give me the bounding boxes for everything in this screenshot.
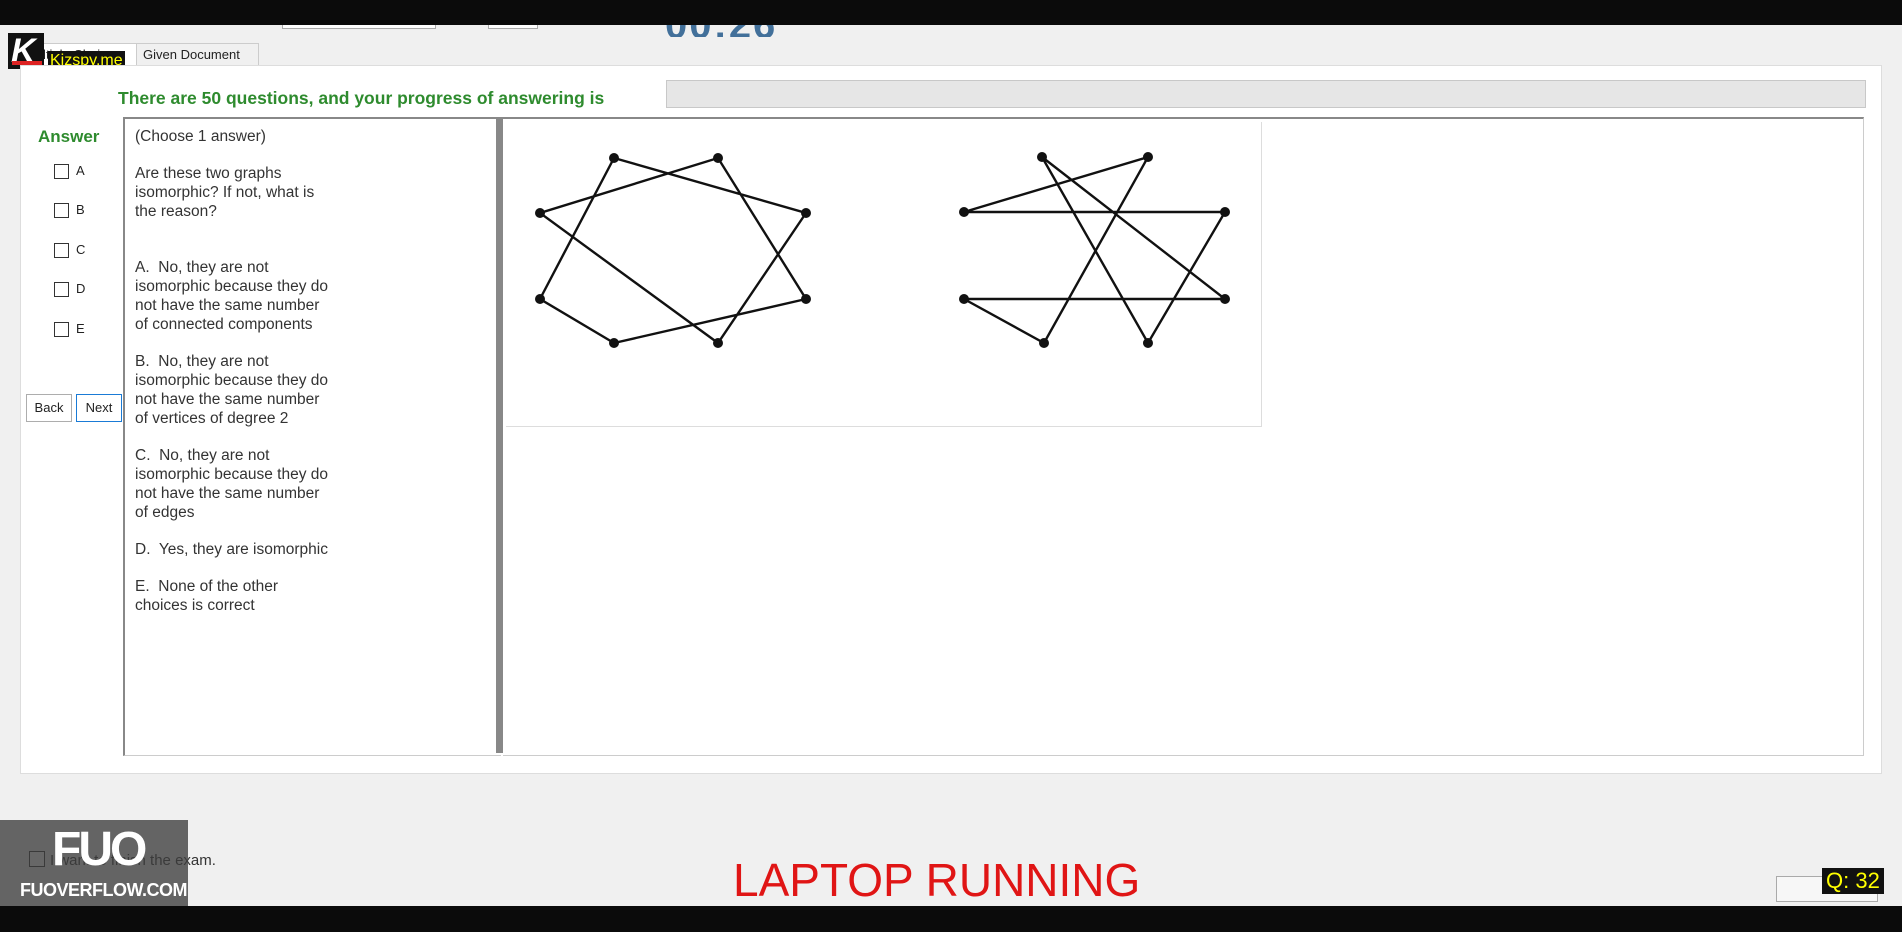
progress-label: There are 50 questions, and your progres… <box>118 88 605 108</box>
graph-2-edges <box>963 155 1229 346</box>
choice-a-line: of connected components <box>135 316 313 333</box>
graph-2-vertex <box>1143 338 1153 348</box>
choice-c-line: of edges <box>135 504 195 521</box>
checkbox-a[interactable] <box>54 164 69 179</box>
progress-bar <box>666 80 1866 108</box>
graph-1-vertex <box>801 294 811 304</box>
next-button[interactable]: Next <box>76 394 122 422</box>
option-letter-b: B <box>76 202 85 217</box>
graph-2-vertex <box>1037 152 1047 162</box>
question-text-panel: (Choose 1 answer) Are these two graphs i… <box>123 117 501 756</box>
tab-given-document[interactable]: Given Document <box>136 43 259 66</box>
bottom-black-bar <box>0 906 1902 932</box>
checkbox-b[interactable] <box>54 203 69 218</box>
answer-heading: Answer <box>38 127 100 146</box>
graph-1-vertex <box>713 338 723 348</box>
choice-b-line: B. No, they are not <box>135 353 269 370</box>
question-image-area <box>503 117 1864 756</box>
choice-a-line: not have the same number <box>135 297 320 314</box>
graph-2-vertex <box>959 207 969 217</box>
graph-1-vertex <box>535 294 545 304</box>
choice-b-line: of vertices of degree 2 <box>135 410 289 427</box>
back-button[interactable]: Back <box>26 394 72 422</box>
choice-b-line: not have the same number <box>135 391 320 408</box>
fuo-site-text: FUOVERFLOW.COM <box>20 880 188 900</box>
graph-2-vertex <box>1220 207 1230 217</box>
question-instruction: (Choose 1 answer) <box>135 128 266 145</box>
question-stem-line: the reason? <box>135 203 217 220</box>
question-stem-line: Are these two graphs <box>135 165 282 182</box>
choice-a-line: A. No, they are not <box>135 259 269 276</box>
option-letter-a: A <box>76 163 85 178</box>
graph-1 <box>535 153 811 348</box>
timer-text: 00:26 <box>665 25 777 37</box>
graph-1-edges <box>537 156 808 345</box>
fuo-logo-text: FUO <box>52 823 147 876</box>
checkbox-e[interactable] <box>54 322 69 337</box>
choice-c-line: not have the same number <box>135 485 320 502</box>
graphs-figure <box>506 122 1262 427</box>
choice-e-line: E. None of the other <box>135 578 279 595</box>
question-counter-overlay: Q: 32 <box>1822 868 1884 894</box>
option-letter-e: E <box>76 321 85 336</box>
checkbox-c[interactable] <box>54 243 69 258</box>
choice-d-line: D. Yes, they are isomorphic <box>135 541 328 558</box>
graph-2 <box>959 152 1230 348</box>
laptop-running-overlay: LAPTOP RUNNING <box>733 854 1141 906</box>
choice-e-line: choices is correct <box>135 597 255 614</box>
question-stem-line: isomorphic? If not, what is <box>135 184 315 201</box>
checkbox-d[interactable] <box>54 282 69 297</box>
graph-2-vertex <box>1220 294 1230 304</box>
top-black-bar <box>0 0 1902 25</box>
graph-2-vertex <box>1143 152 1153 162</box>
graph-1-vertex <box>535 208 545 218</box>
choice-c-line: isomorphic because they do <box>135 466 329 483</box>
kizspy-logo: K <box>8 33 44 69</box>
timer: 00:26 <box>665 25 825 37</box>
graph-1-vertex <box>609 338 619 348</box>
option-letter-d: D <box>76 281 86 296</box>
choice-a-line: isomorphic because they do <box>135 278 329 295</box>
graph-2-vertex <box>959 294 969 304</box>
top-small-box[interactable] <box>488 25 538 29</box>
option-letter-c: C <box>76 242 86 257</box>
choice-b-line: isomorphic because they do <box>135 372 329 389</box>
choice-c-line: C. No, they are not <box>135 447 270 464</box>
graph-1-vertex <box>609 153 619 163</box>
graph-1-vertex <box>713 153 723 163</box>
fuoverflow-watermark: FUO FUOVERFLOW.COM <box>0 820 188 906</box>
graph-2-vertex <box>1039 338 1049 348</box>
graph-1-vertex <box>801 208 811 218</box>
top-dropdown[interactable] <box>282 25 436 29</box>
